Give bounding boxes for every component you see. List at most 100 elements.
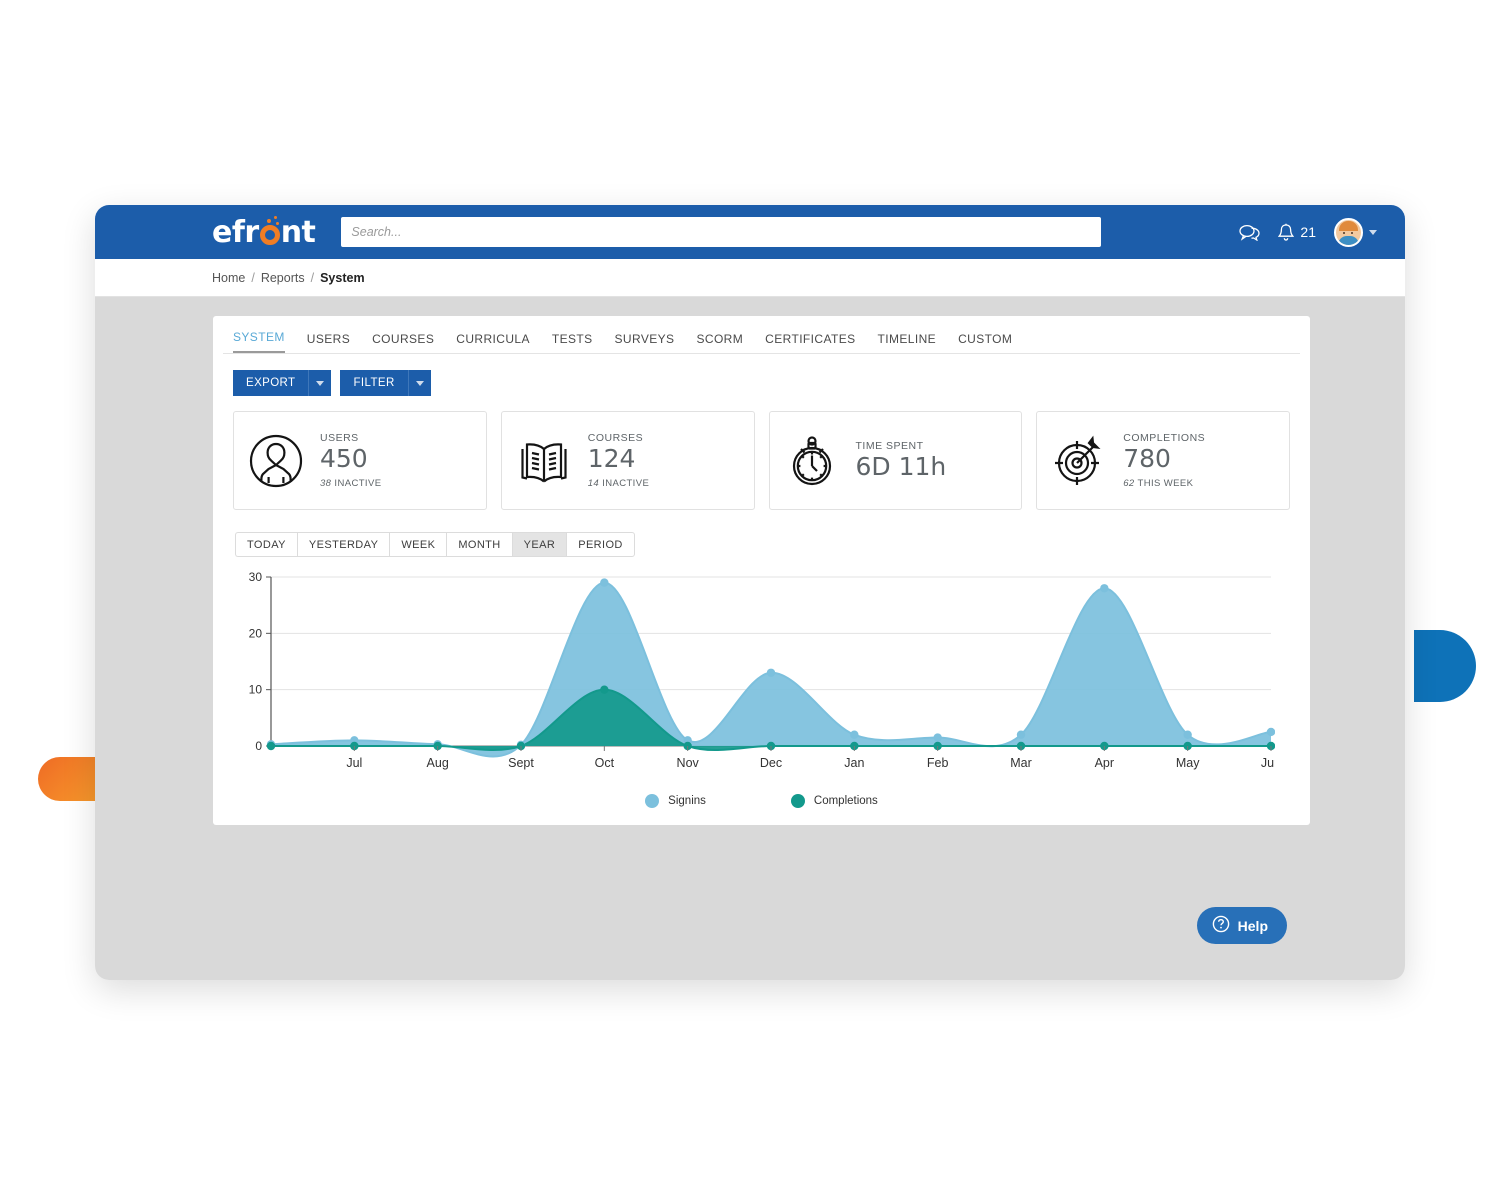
svg-text:Mar: Mar <box>1010 756 1032 770</box>
report-tabs: SYSTEM USERS COURSES CURRICULA TESTS SUR… <box>223 316 1300 354</box>
period-month[interactable]: MONTH <box>446 532 511 557</box>
user-menu[interactable] <box>1334 218 1377 247</box>
tab-courses[interactable]: COURSES <box>372 332 434 353</box>
decorative-blue-blob <box>1414 630 1476 702</box>
help-button[interactable]: Help <box>1197 907 1287 944</box>
svg-text:10: 10 <box>249 683 263 697</box>
breadcrumb-item-system: System <box>320 271 364 285</box>
efront-logo[interactable]: efrnt <box>212 215 315 250</box>
svg-text:Feb: Feb <box>927 756 949 770</box>
legend-swatch <box>645 794 659 808</box>
tab-scorm[interactable]: SCORM <box>696 332 743 353</box>
stat-value: 450 <box>320 445 381 474</box>
tab-tests[interactable]: TESTS <box>552 332 593 353</box>
period-year[interactable]: YEAR <box>512 532 567 557</box>
stat-sub-number: 14 <box>588 478 599 489</box>
svg-text:Aug: Aug <box>427 756 449 770</box>
stat-card-users[interactable]: USERS 450 38 INACTIVE <box>233 411 487 510</box>
period-selector: TODAY YESTERDAY WEEK MONTH YEAR PERIOD <box>235 532 1310 557</box>
export-dropdown-toggle[interactable] <box>308 370 331 396</box>
export-button-label: EXPORT <box>233 370 308 396</box>
filter-button[interactable]: FILTER <box>340 370 430 396</box>
svg-text:Nov: Nov <box>677 756 700 770</box>
stat-sub-label: INACTIVE <box>334 478 381 489</box>
period-today[interactable]: TODAY <box>235 532 297 557</box>
tab-certificates[interactable]: CERTIFICATES <box>765 332 855 353</box>
target-arrow-icon <box>1051 433 1107 489</box>
period-week[interactable]: WEEK <box>389 532 446 557</box>
stat-card-completions[interactable]: COMPLETIONS 780 62 THIS WEEK <box>1036 411 1290 510</box>
screenshot-stage: efrnt <box>0 0 1500 1200</box>
top-navigation-bar: efrnt <box>95 205 1405 259</box>
tab-surveys[interactable]: SURVEYS <box>615 332 675 353</box>
stat-value: 124 <box>588 445 649 474</box>
report-actions: EXPORT FILTER <box>223 354 1310 396</box>
export-button[interactable]: EXPORT <box>233 370 331 396</box>
svg-text:Jun: Jun <box>1261 756 1275 770</box>
period-yesterday[interactable]: YESTERDAY <box>297 532 389 557</box>
search-box[interactable] <box>341 217 1101 247</box>
svg-text:Jul: Jul <box>346 756 362 770</box>
breadcrumb-item-reports[interactable]: Reports <box>261 271 305 285</box>
logo-text-post: nt <box>281 215 316 250</box>
legend-label: Signins <box>668 795 706 807</box>
stat-sub-number: 38 <box>320 478 331 489</box>
bell-icon <box>1278 223 1294 242</box>
help-button-label: Help <box>1238 918 1268 934</box>
stat-subtext: 62 THIS WEEK <box>1123 478 1205 489</box>
tab-timeline[interactable]: TIMELINE <box>878 332 937 353</box>
filter-dropdown-toggle[interactable] <box>408 370 431 396</box>
period-period[interactable]: PERIOD <box>566 532 635 557</box>
legend-swatch <box>791 794 805 808</box>
svg-text:20: 20 <box>249 626 263 640</box>
svg-text:May: May <box>1176 756 1200 770</box>
stat-card-time-spent[interactable]: TIME SPENT 6D 11h <box>769 411 1023 510</box>
stat-cards: USERS 450 38 INACTIVE <box>213 396 1310 510</box>
stat-subtext: 14 INACTIVE <box>588 478 649 489</box>
messages-button[interactable] <box>1239 224 1260 241</box>
stat-sub-number: 62 <box>1123 478 1134 489</box>
stopwatch-icon <box>784 433 840 489</box>
caret-down-icon <box>316 381 324 386</box>
open-book-icon <box>516 433 572 489</box>
top-bar-actions: 21 <box>1239 218 1377 247</box>
svg-text:Sept: Sept <box>508 756 534 770</box>
stat-sub-label: INACTIVE <box>602 478 649 489</box>
search-input[interactable] <box>351 225 1091 239</box>
svg-text:0: 0 <box>255 739 262 753</box>
legend-item-completions[interactable]: Completions <box>791 794 878 808</box>
chart-legend: Signins Completions <box>233 794 1290 808</box>
chevron-down-icon <box>1369 230 1377 235</box>
svg-text:Oct: Oct <box>595 756 615 770</box>
activity-chart: 0102030JulAugSeptOctNovDecJanFebMarAprMa… <box>233 571 1290 806</box>
chat-bubble-icon <box>1239 224 1260 241</box>
legend-label: Completions <box>814 795 878 807</box>
breadcrumb-separator: / <box>311 271 314 285</box>
question-circle-icon <box>1212 915 1230 936</box>
user-circle-icon <box>248 433 304 489</box>
tab-system[interactable]: SYSTEM <box>233 330 285 353</box>
notifications-button[interactable]: 21 <box>1278 223 1316 242</box>
tab-curricula[interactable]: CURRICULA <box>456 332 530 353</box>
caret-down-icon <box>416 381 424 386</box>
filter-button-label: FILTER <box>340 370 407 396</box>
legend-item-signins[interactable]: Signins <box>645 794 706 808</box>
breadcrumb-item-home[interactable]: Home <box>212 271 245 285</box>
tab-users[interactable]: USERS <box>307 332 350 353</box>
breadcrumb-separator: / <box>251 271 254 285</box>
stat-label: TIME SPENT <box>856 440 947 452</box>
svg-text:Apr: Apr <box>1095 756 1114 770</box>
stat-sub-label: THIS WEEK <box>1138 478 1194 489</box>
chart-canvas: 0102030JulAugSeptOctNovDecJanFebMarAprMa… <box>233 571 1275 786</box>
tab-custom[interactable]: CUSTOM <box>958 332 1012 353</box>
svg-text:Jan: Jan <box>844 756 864 770</box>
logo-o-ring-icon <box>260 225 280 245</box>
stat-subtext: 38 INACTIVE <box>320 478 381 489</box>
stat-card-courses[interactable]: COURSES 124 14 INACTIVE <box>501 411 755 510</box>
app-window: efrnt <box>95 205 1405 980</box>
svg-text:30: 30 <box>249 571 263 584</box>
logo-text-pre: efr <box>212 215 259 250</box>
stat-label: USERS <box>320 432 381 444</box>
avatar <box>1334 218 1363 247</box>
stat-value: 780 <box>1123 445 1205 474</box>
